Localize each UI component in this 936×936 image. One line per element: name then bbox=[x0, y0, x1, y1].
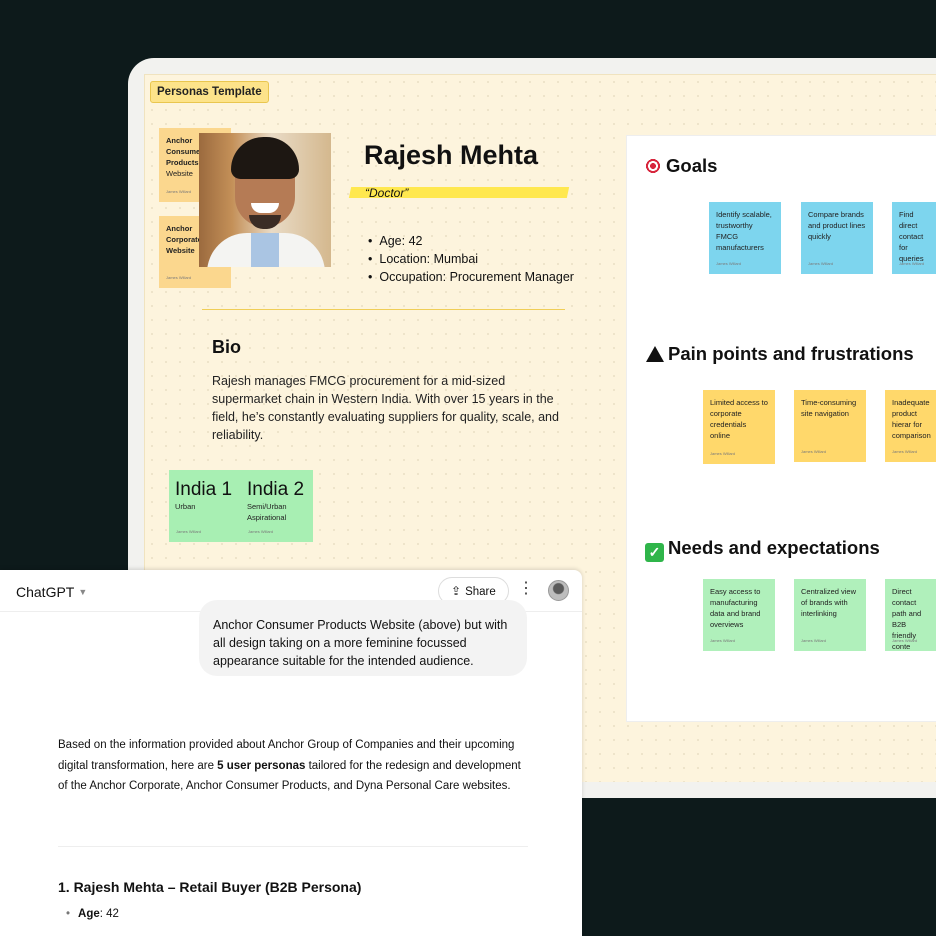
sticky-author: James Willard bbox=[808, 261, 834, 266]
sticky-note[interactable]: Find direct contact for queries James Wi… bbox=[892, 202, 936, 274]
needs-title: Needs and expectations bbox=[668, 537, 880, 558]
sticky-note[interactable]: Time-consuming site navigation James Wil… bbox=[794, 390, 866, 462]
sticky-text: Limited access to corporate credentials … bbox=[710, 398, 768, 440]
persona-role: “Doctor” bbox=[365, 186, 409, 200]
persona-heading: 1. Rajesh Mehta – Retail Buyer (B2B Pers… bbox=[58, 879, 362, 895]
sticky-author: James Willard bbox=[166, 275, 192, 280]
photo-hair bbox=[231, 137, 299, 179]
target-icon bbox=[644, 157, 662, 175]
sticky-note[interactable]: Easy access to manufacturing data and br… bbox=[703, 579, 775, 651]
sticky-text: Compare brands and product lines quickly bbox=[808, 210, 866, 241]
sticky-author: James Willard bbox=[716, 261, 742, 266]
sticky-text: Identify scalable, trustworthy FMCG manu… bbox=[716, 210, 772, 252]
pain-points-title: Pain points and frustrations bbox=[668, 343, 914, 364]
sticky-note[interactable]: Centralized view of brands with interlin… bbox=[794, 579, 866, 651]
sticky-text: Time-consuming site navigation bbox=[801, 398, 857, 418]
list-item: • Age: 42 bbox=[66, 908, 119, 920]
model-name: ChatGPT bbox=[16, 584, 75, 600]
age-label: Age bbox=[78, 908, 100, 920]
sticky-title: India 2 bbox=[247, 479, 305, 500]
persona-photo[interactable] bbox=[199, 133, 331, 267]
sticky-note[interactable]: Compare brands and product lines quickly… bbox=[801, 202, 873, 274]
goals-heading: Goals bbox=[644, 155, 717, 177]
sticky-author: James Willard bbox=[166, 189, 192, 194]
more-options-icon[interactable]: ⋮ bbox=[518, 581, 534, 597]
sticky-author: James Willard bbox=[892, 449, 918, 454]
model-selector[interactable]: ChatGPT ▼ bbox=[16, 584, 87, 600]
photo-shirt bbox=[251, 233, 279, 267]
sticky-text: Find direct contact for queries bbox=[899, 210, 924, 263]
persona-facts: Age: 42 Location: Mumbai Occupation: Pro… bbox=[368, 232, 574, 286]
sticky-note[interactable]: India 1 Urban James Willard bbox=[169, 470, 241, 542]
sticky-title: India 1 bbox=[175, 479, 233, 500]
divider bbox=[58, 846, 528, 847]
goals-title: Goals bbox=[666, 155, 718, 176]
sticky-author: James Willard bbox=[892, 638, 918, 643]
chevron-down-icon: ▼ bbox=[78, 587, 88, 597]
sticky-subtitle: Website bbox=[166, 169, 193, 178]
user-message-text: Anchor Consumer Products Website (above)… bbox=[213, 618, 508, 668]
chat-panel: ChatGPT ▼ ⇪ Share ⋮ Anchor Consumer Produc… bbox=[0, 570, 582, 936]
sticky-note[interactable]: Limited access to corporate credentials … bbox=[703, 390, 775, 464]
age-value: : 42 bbox=[99, 908, 119, 920]
template-tag: Personas Template bbox=[150, 81, 269, 103]
sticky-author: James Willard bbox=[176, 529, 202, 534]
sticky-author: James Willard bbox=[899, 261, 925, 266]
pain-points-heading: Pain points and frustrations bbox=[646, 343, 914, 365]
sticky-author: James Willard bbox=[801, 449, 827, 454]
answer-text-bold: 5 user personas bbox=[217, 759, 306, 772]
divider bbox=[202, 309, 565, 310]
bio-title: Bio bbox=[212, 337, 241, 357]
photo-beard bbox=[249, 215, 281, 229]
sticky-note[interactable]: Identify scalable, trustworthy FMCG manu… bbox=[709, 202, 781, 274]
sticky-title: Anchor Consumer Products bbox=[166, 136, 204, 167]
sticky-author: James Willard bbox=[801, 638, 827, 643]
check-icon: ✓ bbox=[645, 543, 664, 562]
sticky-text: Inadequate product hierar for comparison bbox=[892, 398, 931, 440]
sticky-author: James Willard bbox=[710, 451, 736, 456]
share-label: Share bbox=[465, 586, 496, 598]
persona-name: Rajesh Mehta bbox=[364, 140, 539, 170]
sticky-author: James Willard bbox=[710, 638, 736, 643]
fact-location: Location: Mumbai bbox=[368, 250, 574, 268]
sticky-author: James Willard bbox=[248, 529, 274, 534]
warning-icon bbox=[646, 346, 664, 362]
sticky-subtitle: Urban bbox=[175, 502, 196, 511]
fact-age: Age: 42 bbox=[368, 232, 574, 250]
fact-occupation: Occupation: Procurement Manager bbox=[368, 268, 574, 286]
sticky-title: Anchor Corporate Website bbox=[166, 224, 202, 255]
bullet: • bbox=[66, 908, 71, 920]
bio-text: Rajesh manages FMCG procurement for a mi… bbox=[212, 374, 559, 442]
sticky-text: Centralized view of brands with interlin… bbox=[801, 587, 857, 618]
sticky-note[interactable]: Direct contact path and B2B friendly con… bbox=[885, 579, 936, 651]
sticky-note[interactable]: India 2 Semi/Urban Aspirational James Wi… bbox=[241, 470, 313, 542]
sticky-subtitle: Semi/Urban Aspirational bbox=[247, 502, 287, 522]
user-message: Anchor Consumer Products Website (above)… bbox=[199, 600, 527, 676]
avatar[interactable] bbox=[548, 580, 569, 601]
sticky-text: Easy access to manufacturing data and br… bbox=[710, 587, 761, 629]
assistant-message: Based on the information provided about … bbox=[58, 735, 528, 797]
sticky-note[interactable]: Inadequate product hierar for comparison… bbox=[885, 390, 936, 462]
needs-heading: ✓ Needs and expectations bbox=[645, 537, 880, 562]
